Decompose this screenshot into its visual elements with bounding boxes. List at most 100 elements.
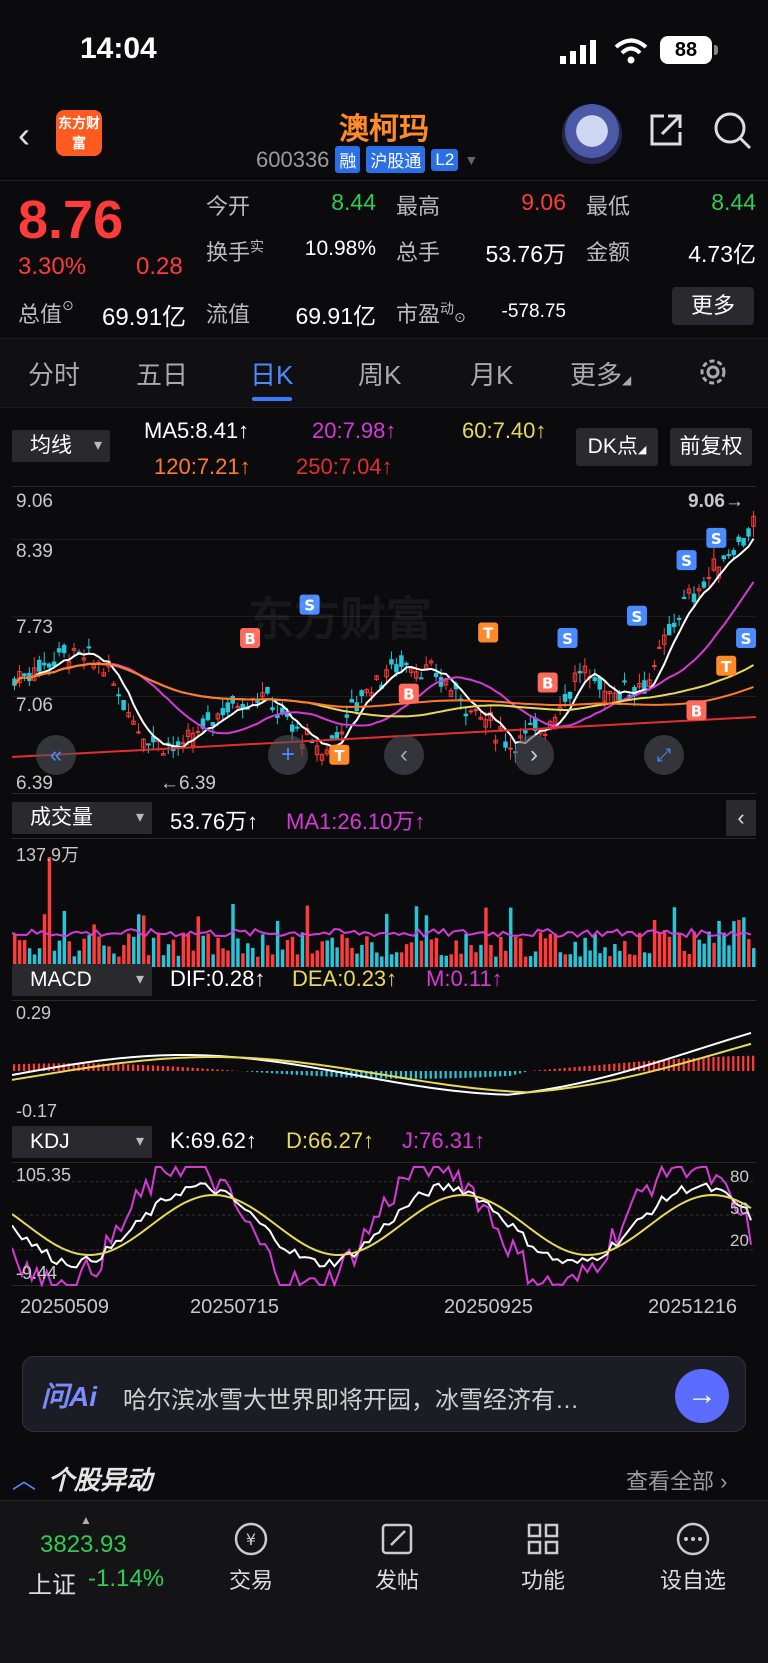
price-adjust-button[interactable]: 前复权 (670, 428, 752, 466)
kdj-ref-50: 50 (730, 1199, 749, 1218)
candlestick-chart[interactable]: BSTBTBSSSSBTS 9.06 8.39 7.73 7.06 6.39 9… (12, 486, 756, 794)
scroll-left-fast-button[interactable]: « (36, 735, 76, 775)
volume-bar (300, 932, 305, 967)
macd-histogram-bar (137, 1064, 140, 1071)
volume-bar (399, 952, 404, 967)
macd-m: M:0.11↑ (426, 966, 503, 991)
volume-bar (742, 917, 746, 967)
share-icon[interactable] (646, 110, 686, 150)
add-watchlist-button[interactable]: 设自选 (648, 1519, 738, 1595)
scroll-left-button[interactable]: ‹ (384, 735, 424, 775)
macd-histogram-bar (419, 1071, 422, 1079)
ma-dropdown[interactable]: 均线 (12, 430, 110, 462)
scroll-right-button[interactable]: › (514, 735, 554, 775)
volume-bar (633, 954, 637, 967)
robot-assistant-icon[interactable] (562, 104, 622, 164)
volume-bar (191, 950, 196, 967)
tab-weekly-k[interactable]: 周K (358, 355, 401, 392)
tab-monthly-k[interactable]: 月K (470, 355, 513, 392)
stock-code-row[interactable]: 600336 融 沪股通 L2 ▼ (256, 146, 478, 173)
candle-body (389, 659, 394, 665)
macd-histogram-bar (47, 1063, 50, 1071)
cell-signal-icon (560, 40, 596, 64)
macd-histogram-bar (22, 1063, 26, 1071)
volume-bar (275, 920, 280, 967)
volume-bar (672, 907, 677, 967)
candle-body (721, 555, 726, 560)
settings-gear-icon[interactable] (696, 355, 730, 389)
candle-body (42, 662, 47, 666)
arrow-right-icon[interactable]: → (675, 1369, 729, 1423)
ma120-value: 120:7.21↑ (154, 454, 251, 479)
volume-bar (141, 915, 146, 967)
candle-body (463, 713, 469, 717)
volume-dropdown[interactable]: 成交量 (12, 802, 152, 834)
volume-bar (479, 944, 483, 967)
macd-histogram-bar (196, 1068, 199, 1071)
collapse-panel-icon[interactable]: ‹ (726, 800, 756, 836)
ai-headline[interactable]: 哈尔滨冰雪大世界即将开园，冰雪经济有… (123, 1380, 579, 1415)
volume-bar (270, 954, 275, 967)
candle-body (116, 694, 121, 697)
macd-histogram-bar (752, 1055, 755, 1071)
volume-bar (414, 906, 419, 967)
search-icon[interactable] (712, 110, 754, 152)
macd-histogram-bar (727, 1056, 730, 1071)
macd-histogram-bar (265, 1071, 269, 1073)
ai-news-bar[interactable]: 问Ai 哈尔滨冰雪大世界即将开园，冰雪经济有… → (22, 1356, 746, 1432)
macd-histogram-bar (702, 1057, 705, 1071)
volume-bar (62, 910, 67, 967)
macd-histogram-bar (62, 1063, 65, 1071)
ma60-value: 60:7.40↑ (462, 418, 547, 443)
volume-bar (677, 932, 682, 967)
volume-bar (513, 936, 518, 967)
tab-intraday[interactable]: 分时 (28, 355, 80, 392)
volume-bar (161, 955, 166, 967)
candle-body (503, 741, 508, 748)
volume-bar (335, 947, 339, 967)
macd-histogram-bar (737, 1056, 740, 1071)
more-button[interactable]: 更多 (672, 287, 754, 325)
volume-bar (315, 950, 320, 967)
candle-body (508, 747, 513, 750)
macd-histogram-bar (181, 1067, 184, 1071)
candle-body (597, 677, 602, 690)
signal-marker-letter: T (483, 624, 494, 642)
volume-bar (385, 913, 389, 967)
volume-bar (201, 935, 205, 967)
fullscreen-button[interactable]: ⤢ (644, 735, 684, 775)
signal-marker-letter: S (741, 630, 752, 648)
dk-point-button[interactable]: DK点◢ (576, 428, 658, 466)
volume-bar (499, 937, 503, 967)
price-axis-2: 8.39 (16, 541, 53, 562)
candle-body (577, 671, 583, 674)
chevron-up-icon[interactable]: ︿ (12, 1460, 36, 1495)
high-value: 9.06 (521, 189, 566, 215)
tab-five-day[interactable]: 五日 (136, 355, 188, 392)
candle-body (51, 661, 57, 667)
volume-chart: 137.9万 (12, 838, 756, 967)
post-button[interactable]: 发帖 (352, 1519, 442, 1595)
kdj-axis-bottom: -9.44 (16, 1263, 58, 1283)
tab-daily-k[interactable]: 日K (250, 355, 293, 392)
functions-button[interactable]: 功能 (498, 1519, 588, 1595)
index-value[interactable]: 3823.93 (40, 1531, 127, 1559)
volume-bar (345, 937, 349, 967)
zoom-in-button[interactable]: + (268, 735, 308, 775)
candle-body (706, 576, 712, 579)
tab-more[interactable]: 更多◢ (570, 355, 631, 392)
candle-body (666, 623, 672, 636)
index-percent[interactable]: -1.14% (88, 1565, 164, 1593)
macd-histogram-bar (464, 1071, 467, 1078)
view-all-link[interactable]: 查看全部 › (626, 1464, 727, 1496)
macd-histogram-bar (538, 1070, 541, 1071)
volume-bar (355, 953, 359, 967)
index-name[interactable]: 上证 (28, 1565, 76, 1600)
macd-histogram-bar (459, 1071, 462, 1078)
kdj-dropdown[interactable]: KDJ (12, 1126, 152, 1158)
macd-dropdown[interactable]: MACD (12, 964, 152, 996)
macd-histogram-bar (509, 1071, 512, 1076)
signal-marker-letter: T (334, 747, 345, 765)
candle-body (329, 735, 335, 739)
trade-button[interactable]: ¥ 交易 (206, 1519, 296, 1595)
